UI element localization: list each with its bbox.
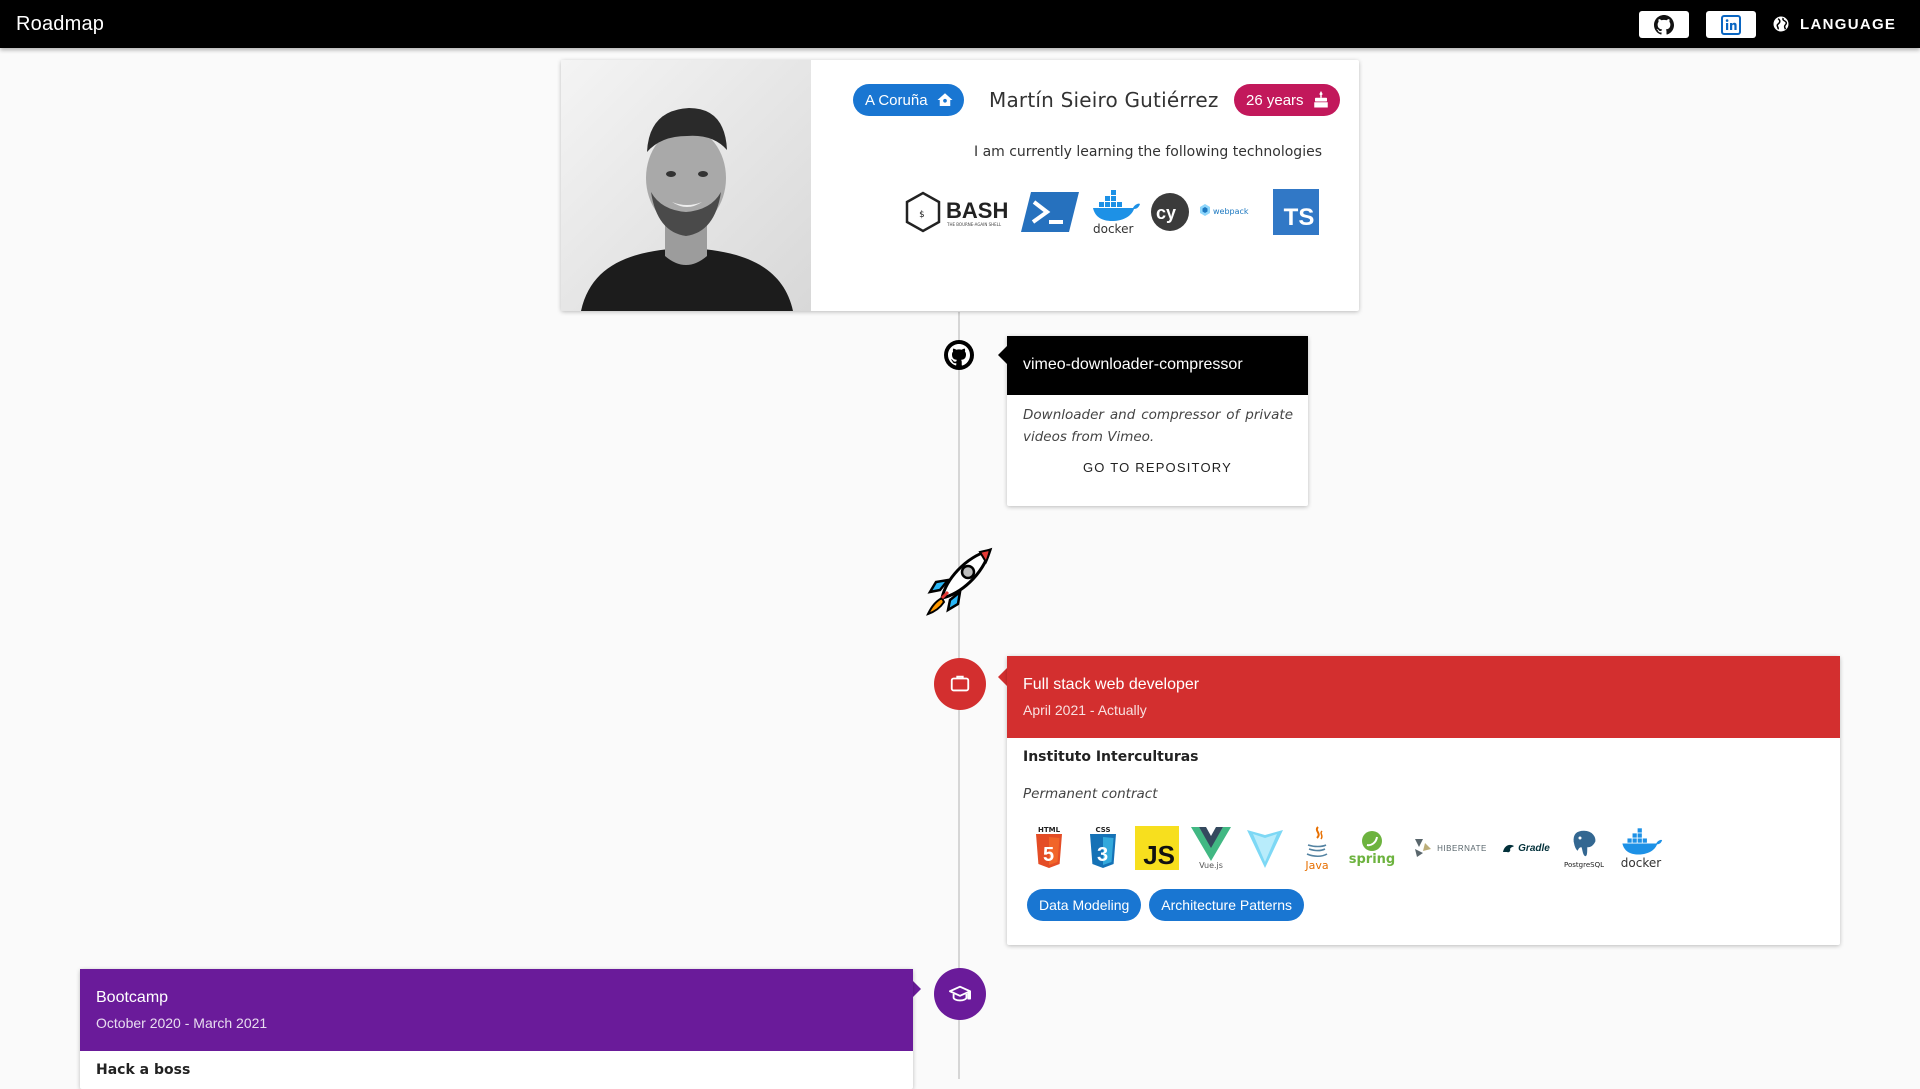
bootcamp-card-header: Bootcamp October 2020 - March 2021	[80, 969, 913, 1051]
spring-logo: spring	[1347, 825, 1397, 871]
svg-text:cy: cy	[1156, 203, 1176, 223]
webpack-logo: webpack	[1199, 188, 1255, 236]
go-to-repository-button[interactable]: GO TO REPOSITORY	[1007, 460, 1308, 475]
webpack-text: webpack	[1213, 207, 1249, 216]
profile-card: A Coruña Martín Sieiro Gutiérrez 26 year…	[561, 60, 1359, 311]
svg-text:THE BOURNE-AGAIN SHELL: THE BOURNE-AGAIN SHELL	[946, 222, 1002, 227]
linkedin-button[interactable]	[1706, 11, 1756, 38]
bootcamp-dates: October 2020 - March 2021	[96, 1015, 268, 1031]
briefcase-icon	[950, 675, 970, 692]
bootcamp-school: Hack a boss	[96, 1062, 191, 1078]
rocket-icon	[924, 546, 994, 616]
repo-card: vimeo-downloader-compressor Downloader a…	[1007, 336, 1308, 506]
java-logo: Java	[1297, 823, 1337, 873]
hibernate-logo: HIBERNATE	[1407, 825, 1491, 871]
language-button[interactable]: LANGUAGE	[1772, 12, 1896, 36]
graduation-cap-icon	[949, 985, 971, 1002]
css3-logo: CSS 3	[1081, 825, 1125, 871]
bash-logo: $ BASH THE BOURNE-AGAIN SHELL	[903, 188, 1013, 236]
skill-chip-architecture-patterns[interactable]: Architecture Patterns	[1149, 889, 1305, 921]
github-button[interactable]	[1639, 11, 1689, 38]
job-skills: Data Modeling Architecture Patterns	[1027, 889, 1305, 921]
language-label: LANGUAGE	[1800, 15, 1897, 33]
svg-text:5: 5	[1043, 844, 1054, 866]
job-tech-list: HTML 5 CSS 3 JS Vue.js Java spring HIBER…	[1027, 823, 1665, 873]
profile-name: Martín Sieiro Gutiérrez	[989, 88, 1219, 112]
app-bar: Roadmap LANGUAGE	[0, 0, 1920, 48]
linkedin-icon	[1721, 14, 1741, 35]
powershell-logo	[1021, 188, 1081, 236]
postgresql-logo: PostgreSQL	[1561, 824, 1607, 872]
job-node	[934, 658, 986, 710]
age-chip: 26 years	[1234, 84, 1340, 116]
age-label: 26 years	[1246, 91, 1304, 109]
docker-logo: docker	[1089, 188, 1141, 236]
job-card: Full stack web developer April 2021 - Ac…	[1007, 656, 1840, 945]
svg-text:3: 3	[1097, 844, 1108, 866]
repo-card-arrow	[998, 346, 1007, 364]
typescript-logo: TS	[1273, 189, 1319, 235]
bootcamp-title: Bootcamp	[96, 989, 169, 1006]
learning-tech-list: $ BASH THE BOURNE-AGAIN SHELL docker cy we…	[903, 188, 1319, 236]
skill-chip-data-modeling[interactable]: Data Modeling	[1027, 889, 1142, 921]
job-contract: Permanent contract	[1023, 786, 1158, 802]
html5-logo: HTML 5	[1036, 826, 1062, 868]
bootcamp-card-arrow	[912, 980, 921, 998]
repo-description: Downloader and compressor of private vid…	[1023, 407, 1293, 445]
javascript-logo: JS	[1135, 826, 1179, 870]
profile-photo	[561, 60, 811, 311]
cake-icon	[1313, 91, 1328, 108]
repo-card-header: vimeo-downloader-compressor	[1007, 336, 1308, 395]
repo-title: vimeo-downloader-compressor	[1023, 356, 1243, 373]
job-title: Full stack web developer	[1023, 676, 1200, 693]
vuejs-logo: Vue.js	[1189, 824, 1233, 872]
vite-logo	[1243, 824, 1287, 872]
bootcamp-card: Bootcamp October 2020 - March 2021 Hack …	[80, 969, 913, 1089]
docker-logo: docker	[1617, 825, 1665, 871]
github-icon	[948, 344, 970, 366]
globe-icon	[1773, 16, 1789, 32]
learning-text: I am currently learning the following te…	[973, 144, 1322, 160]
location-label: A Coruña	[865, 91, 928, 109]
app-title: Roadmap	[16, 12, 105, 35]
github-icon	[1654, 14, 1674, 35]
bootcamp-node	[934, 968, 986, 1020]
repo-node	[944, 340, 974, 370]
job-card-arrow	[998, 668, 1007, 686]
home-icon	[937, 93, 953, 106]
typescript-text: TS	[1283, 204, 1315, 231]
bash-text: BASH	[946, 198, 1008, 223]
docker-text: docker	[1093, 222, 1133, 236]
cypress-logo: cy	[1149, 188, 1191, 236]
gradle-logo: Gradle	[1501, 825, 1551, 871]
svg-text:$: $	[919, 210, 924, 220]
job-dates: April 2021 - Actually	[1023, 702, 1147, 718]
job-card-header: Full stack web developer April 2021 - Ac…	[1007, 656, 1840, 738]
job-company: Instituto Interculturas	[1023, 749, 1199, 765]
location-chip: A Coruña	[853, 84, 964, 116]
